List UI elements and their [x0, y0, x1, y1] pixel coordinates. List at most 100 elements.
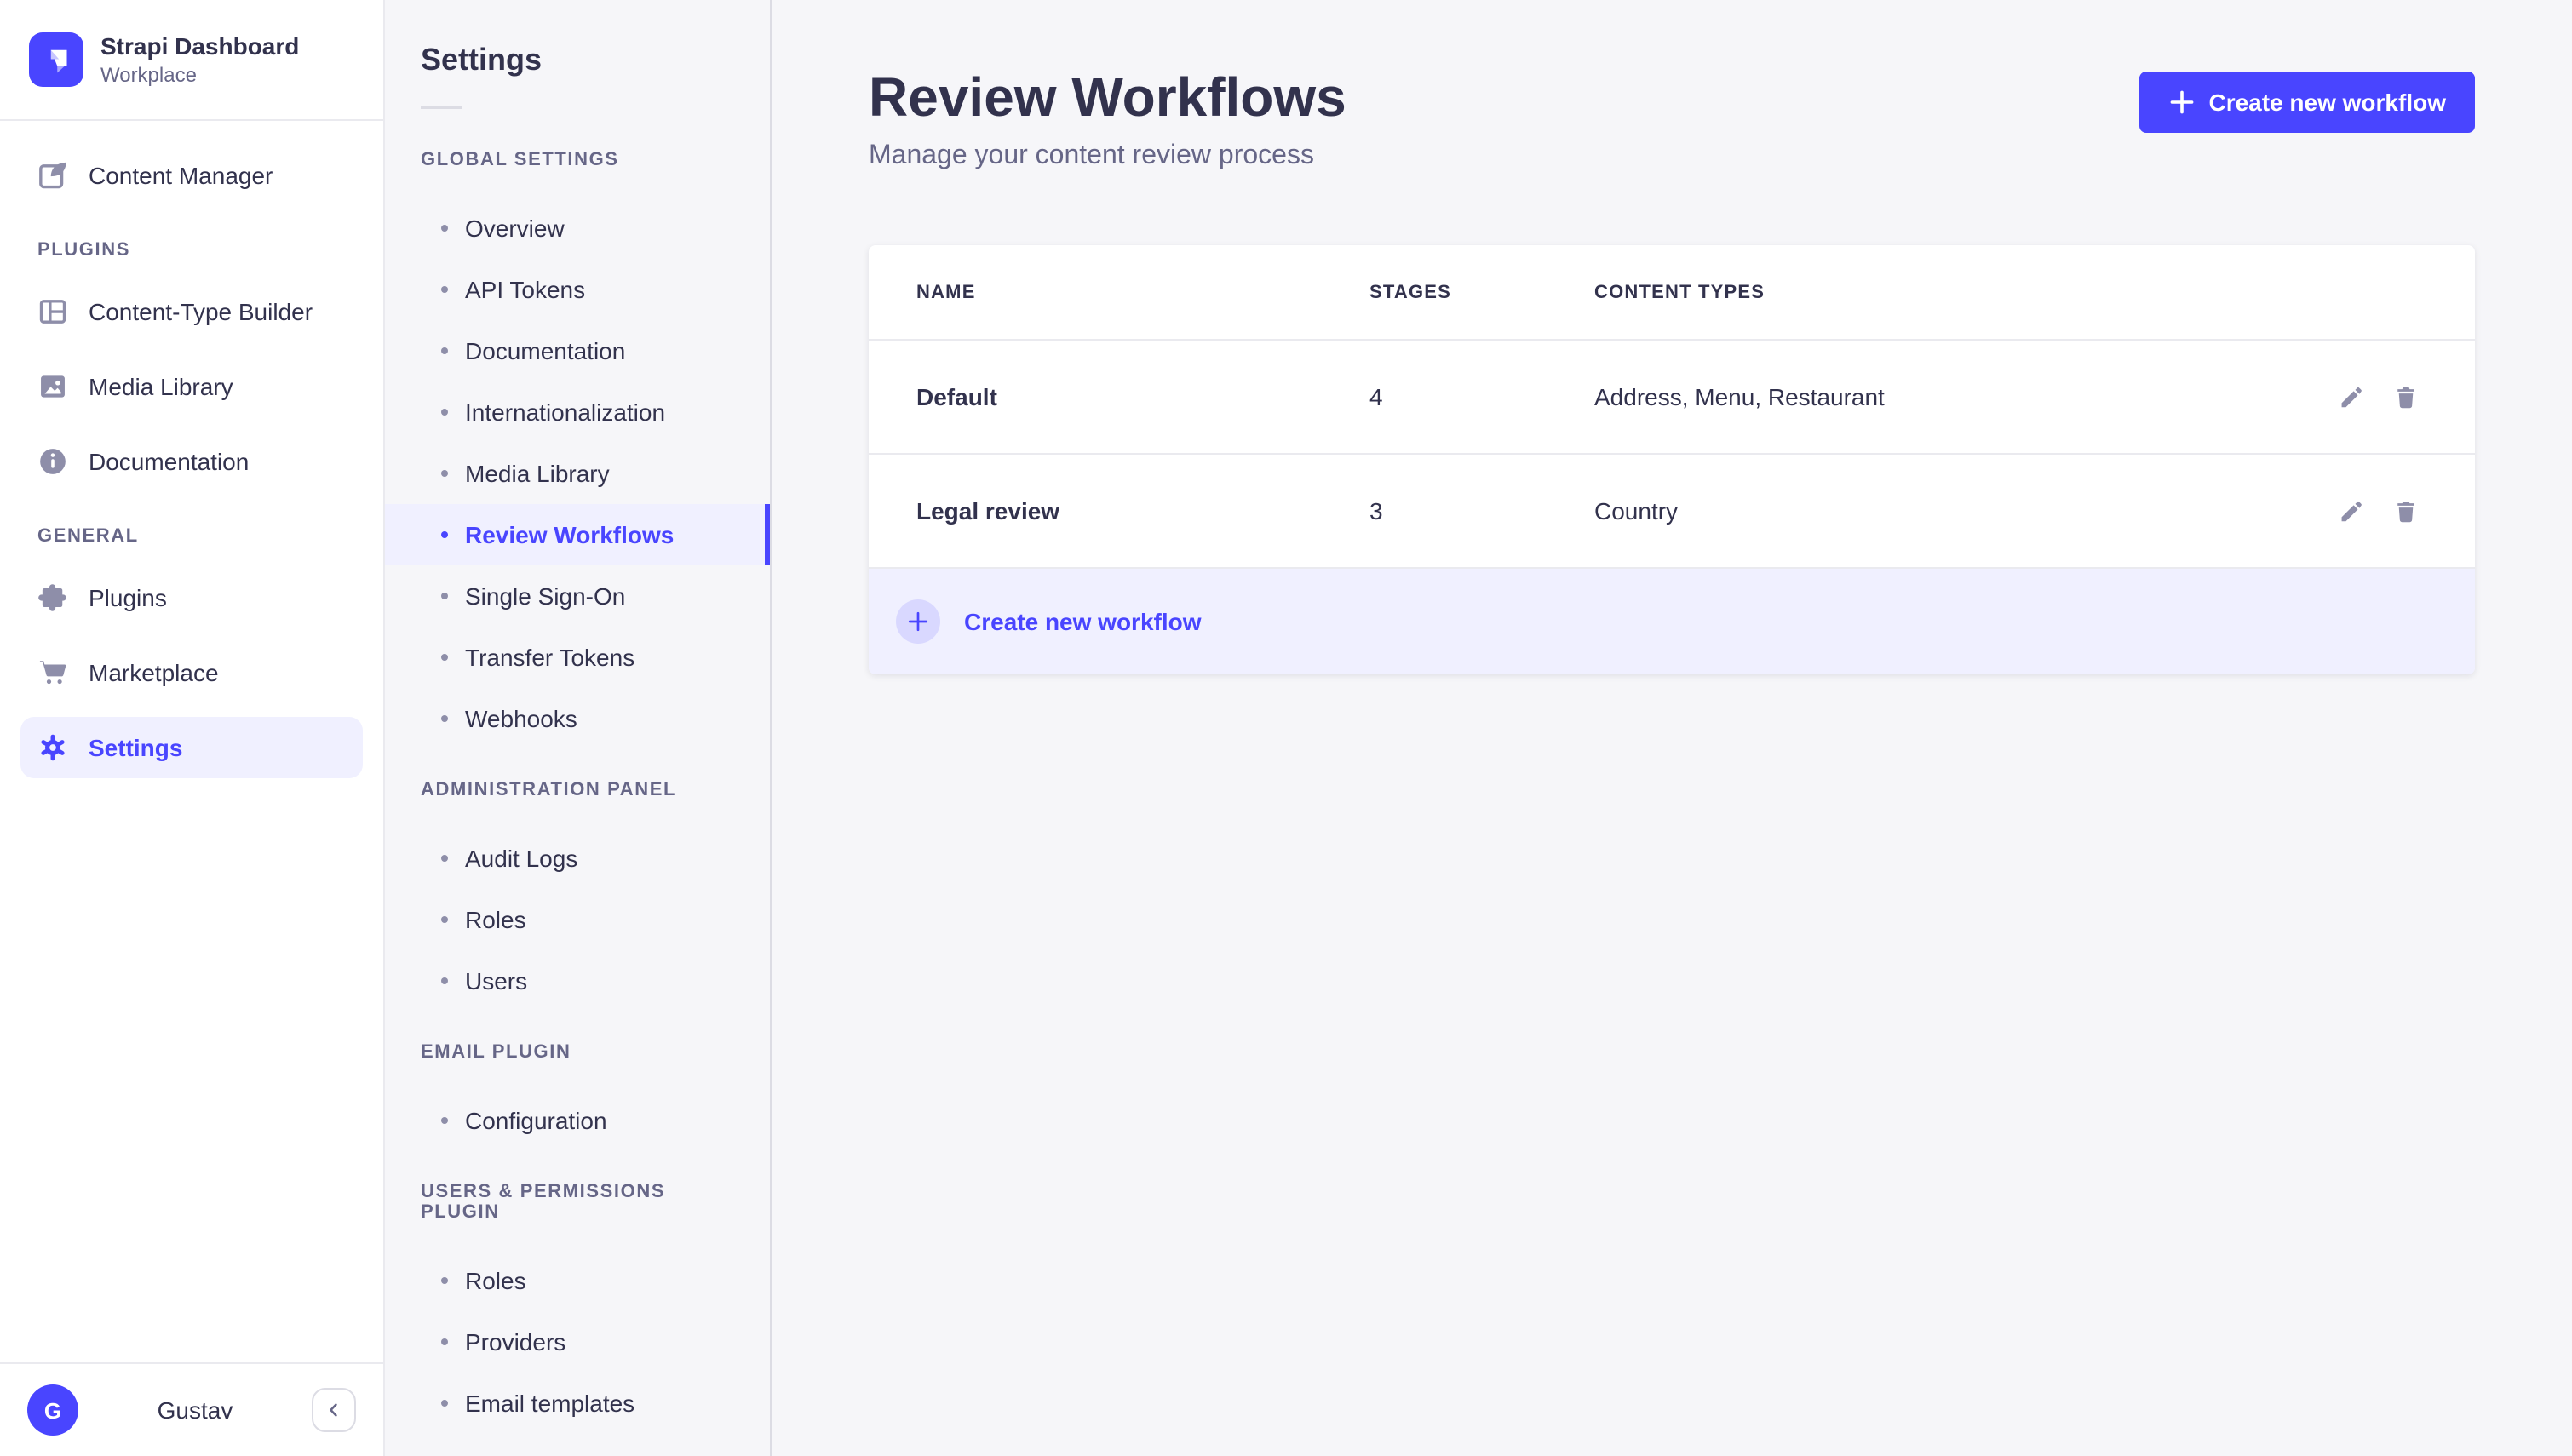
subnav-item-label: Roles: [465, 1267, 526, 1294]
table-row-legal-review[interactable]: Legal review 3 Country: [869, 455, 2475, 569]
bullet-icon: [441, 654, 448, 661]
table-row-default[interactable]: Default 4 Address, Menu, Restaurant: [869, 341, 2475, 455]
bullet-icon: [441, 855, 448, 862]
sidebar-item-label: Media Library: [89, 373, 233, 400]
content-manager-icon: [37, 160, 68, 191]
bullet-icon: [441, 593, 448, 599]
delete-workflow-button[interactable]: [2383, 489, 2427, 533]
chevron-left-icon: [324, 1400, 344, 1420]
subnav-item-up-email-templates[interactable]: Email templates: [385, 1373, 770, 1434]
subnav-section-global-settings: GLOBAL SETTINGS: [421, 150, 619, 170]
workflow-name: Legal review: [916, 497, 1060, 525]
subnav-item-email-configuration[interactable]: Configuration: [385, 1090, 770, 1151]
edit-workflow-button[interactable]: [2328, 489, 2373, 533]
subnav-item-label: Roles: [465, 906, 526, 933]
workspace-switcher[interactable]: Strapi Dashboard Workplace: [0, 0, 383, 121]
subnav-item-label: Webhooks: [465, 705, 577, 732]
sidebar-item-marketplace[interactable]: Marketplace: [20, 642, 363, 703]
bullet-icon: [441, 977, 448, 984]
bullet-icon: [441, 409, 448, 416]
subnav-item-label: Documentation: [465, 337, 626, 364]
subnav-item-label: Internationalization: [465, 398, 666, 426]
workflow-name: Default: [916, 383, 997, 410]
sidebar-footer: G Gustav: [0, 1362, 383, 1456]
subnav-item-audit-logs[interactable]: Audit Logs: [385, 828, 770, 889]
plugins-icon: [37, 582, 68, 613]
delete-workflow-button[interactable]: [2383, 375, 2427, 419]
column-header-content-types: CONTENT TYPES: [1594, 282, 1765, 302]
settings-icon: [37, 732, 68, 763]
sidebar-item-plugins[interactable]: Plugins: [20, 567, 363, 628]
sidebar-item-content-manager[interactable]: Content Manager: [20, 145, 363, 206]
subnav-item-admin-roles[interactable]: Roles: [385, 889, 770, 950]
subnav-title: Settings: [421, 43, 543, 77]
trash-icon: [2392, 498, 2418, 524]
subnav-item-label: Review Workflows: [465, 521, 675, 548]
sidebar-section-plugins: PLUGINS: [37, 240, 130, 261]
bullet-icon: [441, 1277, 448, 1284]
subnav-item-label: Overview: [465, 215, 565, 242]
brand-text: Strapi Dashboard Workplace: [100, 32, 299, 88]
bullet-icon: [441, 1400, 448, 1407]
plus-icon: [2167, 89, 2195, 116]
sidebar-item-documentation[interactable]: Documentation: [20, 431, 363, 492]
sidebar-item-settings[interactable]: Settings: [20, 717, 363, 778]
create-new-workflow-button-label: Create new workflow: [2208, 89, 2446, 116]
trash-icon: [2392, 384, 2418, 410]
subnav-item-up-providers[interactable]: Providers: [385, 1311, 770, 1373]
workflow-content-types: Address, Menu, Restaurant: [1594, 383, 1885, 410]
column-header-name: NAME: [916, 282, 976, 302]
subnav-item-internationalization[interactable]: Internationalization: [385, 381, 770, 443]
subnav-item-label: API Tokens: [465, 276, 586, 303]
subnav-item-transfer-tokens[interactable]: Transfer Tokens: [385, 627, 770, 688]
marketplace-icon: [37, 657, 68, 688]
bullet-icon: [441, 286, 448, 293]
subnav-item-up-advanced-settings[interactable]: Advanced settings: [385, 1434, 770, 1456]
bullet-icon: [441, 347, 448, 354]
strapi-admin-app: Strapi Dashboard Workplace Content Manag…: [0, 0, 2572, 1456]
sidebar-item-label: Marketplace: [89, 659, 219, 686]
edit-workflow-button[interactable]: [2328, 375, 2373, 419]
bullet-icon: [441, 1338, 448, 1345]
row-actions: [2274, 375, 2427, 419]
workspace-name: Workplace: [100, 62, 197, 86]
subnav-item-label: Single Sign-On: [465, 582, 626, 610]
sidebar-item-content-type-builder[interactable]: Content-Type Builder: [20, 281, 363, 342]
collapse-sidebar-button[interactable]: [312, 1388, 356, 1432]
sidebar-item-label: Content Manager: [89, 162, 273, 189]
workflows-table: NAME STAGES CONTENT TYPES Default 4 Addr…: [869, 245, 2475, 674]
subnav-item-media-library[interactable]: Media Library: [385, 443, 770, 504]
subnav-section-administration-panel: ADMINISTRATION PANEL: [421, 780, 677, 800]
subnav-item-up-roles[interactable]: Roles: [385, 1250, 770, 1311]
sidebar-item-label: Content-Type Builder: [89, 298, 313, 325]
page-header-text: Review Workflows Manage your content rev…: [869, 65, 1346, 174]
avatar[interactable]: G: [27, 1384, 78, 1436]
subnav-item-overview[interactable]: Overview: [385, 198, 770, 259]
subnav-item-single-sign-on[interactable]: Single Sign-On: [385, 565, 770, 627]
subnav-item-api-tokens[interactable]: API Tokens: [385, 259, 770, 320]
user-name[interactable]: Gustav: [78, 1396, 312, 1424]
bullet-icon: [441, 531, 448, 538]
sidebar-item-media-library[interactable]: Media Library: [20, 356, 363, 417]
bullet-icon: [441, 715, 448, 722]
subnav-item-label: Advanced settings: [465, 1451, 660, 1456]
table-header-row: NAME STAGES CONTENT TYPES: [869, 245, 2475, 341]
subnav-item-documentation[interactable]: Documentation: [385, 320, 770, 381]
subnav-item-webhooks[interactable]: Webhooks: [385, 688, 770, 749]
subnav-divider: [421, 106, 462, 109]
subnav-item-admin-users[interactable]: Users: [385, 950, 770, 1012]
create-workflow-footer-button[interactable]: Create new workflow: [869, 569, 2475, 674]
app-title: Strapi Dashboard: [100, 32, 300, 59]
main-content: Review Workflows Manage your content rev…: [772, 0, 2572, 1456]
main-sidebar: Strapi Dashboard Workplace Content Manag…: [0, 0, 385, 1456]
bullet-icon: [441, 916, 448, 923]
page-title: Review Workflows: [869, 66, 1346, 128]
documentation-icon: [37, 446, 68, 477]
pencil-icon: [2338, 498, 2363, 524]
bullet-icon: [441, 470, 448, 477]
plus-circle-icon: [896, 599, 940, 644]
media-library-icon: [37, 371, 68, 402]
settings-subnav: Settings GLOBAL SETTINGS Overview API To…: [385, 0, 772, 1456]
subnav-item-review-workflows[interactable]: Review Workflows: [385, 504, 770, 565]
create-new-workflow-button[interactable]: Create new workflow: [2139, 72, 2475, 133]
